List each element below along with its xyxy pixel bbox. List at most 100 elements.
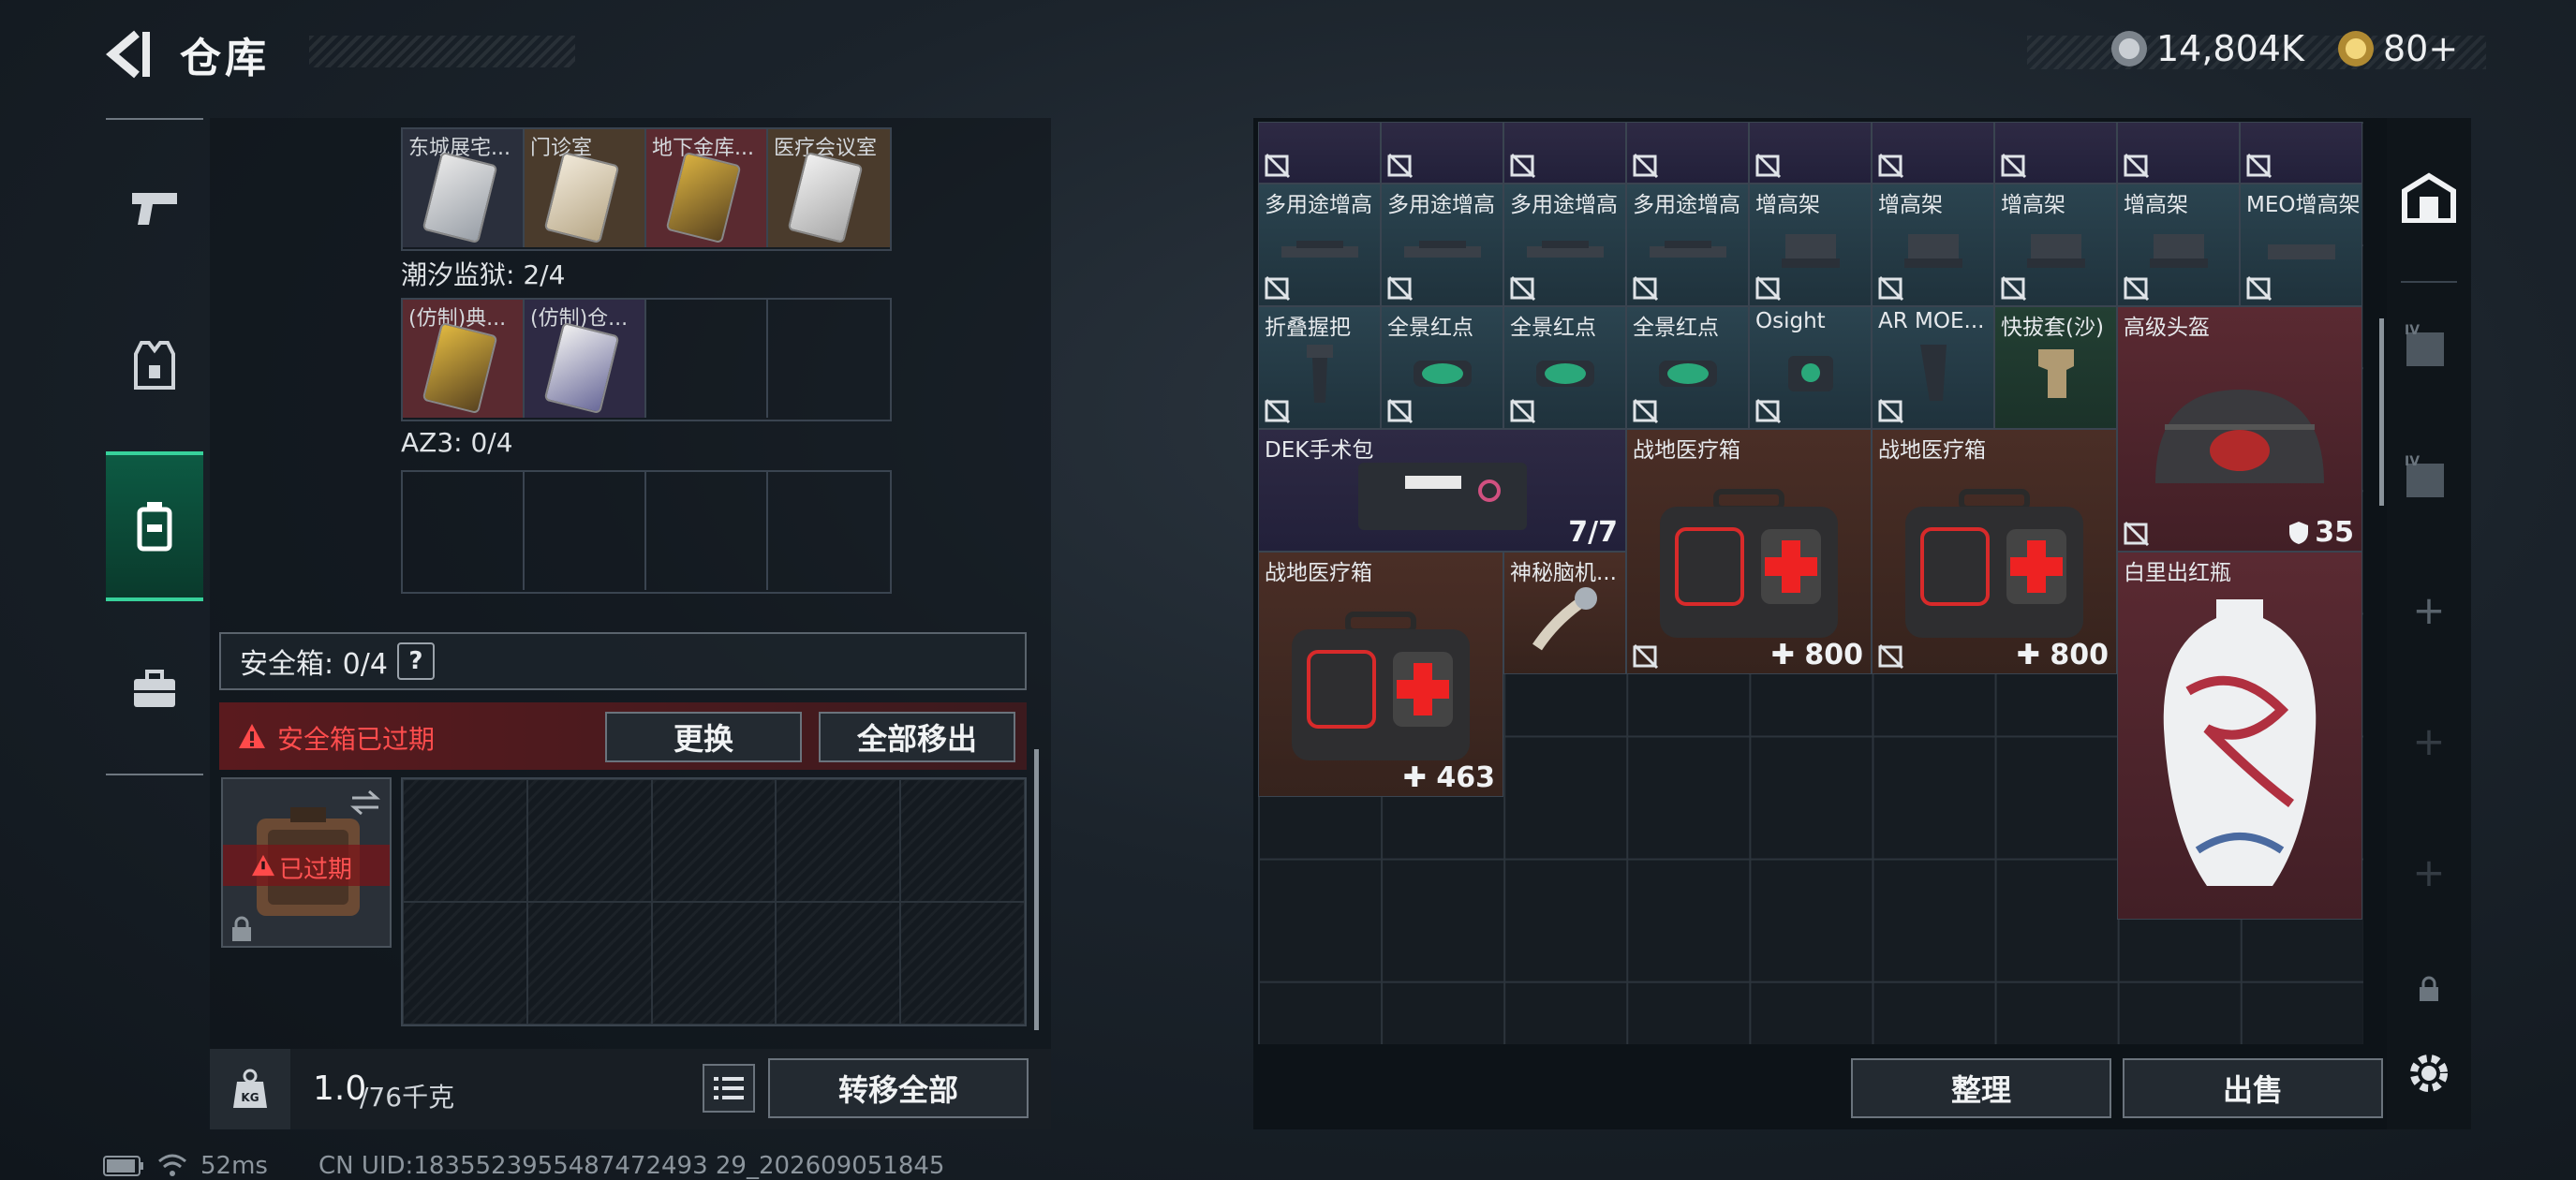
storage-item-vase[interactable]: 白里出红瓶 bbox=[2117, 552, 2362, 920]
transfer-all-button[interactable]: 转移全部 bbox=[768, 1058, 1029, 1118]
tab-storage-5[interactable]: IV bbox=[2387, 418, 2471, 539]
keycard-slot[interactable]: (仿制)仓... bbox=[525, 300, 646, 418]
tab-storage-4[interactable]: IV bbox=[2387, 287, 2471, 408]
keycard-slot-empty[interactable] bbox=[403, 472, 525, 590]
storage-item[interactable] bbox=[1258, 122, 1381, 184]
nav-backpack[interactable] bbox=[106, 451, 203, 601]
add-storage-button[interactable]: + bbox=[2387, 680, 2471, 802]
keycard-slot-empty[interactable] bbox=[525, 472, 646, 590]
riser-icon bbox=[1781, 233, 1840, 268]
storage-item[interactable]: 增高架 bbox=[1994, 184, 2117, 306]
svg-text:KG: KG bbox=[241, 1091, 259, 1104]
lock-button[interactable] bbox=[2387, 961, 2471, 1017]
weight-capacity: /76千克 bbox=[360, 1082, 455, 1113]
keycard-slot[interactable]: 门诊室 bbox=[525, 129, 646, 247]
storage-item[interactable]: 快拔套(沙) bbox=[1994, 306, 2117, 429]
swap-icon[interactable] bbox=[348, 789, 382, 817]
storage-item[interactable]: 多用途增高 bbox=[1626, 184, 1749, 306]
add-storage-button[interactable]: + bbox=[2387, 811, 2471, 933]
no-sell-icon bbox=[1633, 275, 1659, 302]
storage-item[interactable] bbox=[1503, 122, 1626, 184]
item-name: 增高架 bbox=[1878, 193, 1943, 217]
add-storage-button[interactable]: + bbox=[2387, 549, 2471, 671]
item-quantity: ✚ 800 bbox=[1770, 639, 1863, 671]
keycard-slot-empty[interactable] bbox=[646, 300, 768, 418]
storage-item[interactable]: 多用途增高 bbox=[1258, 184, 1381, 306]
item-name: 高级头盔 bbox=[2124, 316, 2210, 340]
keycard-slot-empty[interactable] bbox=[768, 472, 890, 590]
item-quantity: ✚ 800 bbox=[2016, 639, 2109, 671]
plus-icon: + bbox=[2412, 717, 2446, 764]
keycard-slot[interactable]: (仿制)典... bbox=[403, 300, 525, 418]
storage-item-medkit[interactable]: 战地医疗箱 ✚ 800 bbox=[1626, 429, 1872, 674]
keycard-slot[interactable]: 地下金库... bbox=[646, 129, 768, 247]
battery-icon bbox=[103, 1156, 143, 1176]
storage-item-dek[interactable]: DEK手术包 7/7 bbox=[1258, 429, 1626, 552]
storage-item[interactable]: 增高架 bbox=[2117, 184, 2240, 306]
remove-all-button[interactable]: 全部移出 bbox=[819, 712, 1015, 762]
no-sell-icon bbox=[1265, 153, 1291, 179]
storage-item[interactable] bbox=[1749, 122, 1872, 184]
list-icon bbox=[714, 1077, 744, 1099]
storage-item-helmet[interactable]: 高级头盔 35 bbox=[2117, 306, 2362, 552]
safebox-slot[interactable]: 已过期 bbox=[221, 777, 392, 948]
no-sell-icon bbox=[1878, 643, 1904, 670]
storage-item[interactable]: Osight bbox=[1749, 306, 1872, 429]
keycard-icon bbox=[422, 151, 498, 244]
storage-grid[interactable]: 多用途增高 多用途增高 多用途增高 多用途增高 增高架 增高架 增高架 增高架 … bbox=[1258, 122, 2363, 1044]
svg-text:IV: IV bbox=[2405, 323, 2420, 338]
safebox-header: 安全箱: 0/4 ? bbox=[219, 632, 1027, 690]
first-aid-kit-icon bbox=[1292, 612, 1470, 760]
keycard-slot-empty[interactable] bbox=[768, 300, 890, 418]
storage-item[interactable] bbox=[1872, 122, 1994, 184]
briefcase-icon bbox=[134, 670, 175, 707]
storage-item[interactable] bbox=[1994, 122, 2117, 184]
currency-triangle[interactable]: 80+ bbox=[2338, 28, 2458, 69]
tab-storage[interactable] bbox=[2387, 155, 2471, 240]
riser-icon bbox=[2026, 233, 2085, 268]
storage-item[interactable] bbox=[2117, 122, 2240, 184]
storage-item[interactable] bbox=[1626, 122, 1749, 184]
sell-button[interactable]: 出售 bbox=[2123, 1058, 2383, 1118]
storage-item[interactable]: 增高架 bbox=[1872, 184, 1994, 306]
replace-button[interactable]: 更换 bbox=[605, 712, 802, 762]
nav-weapon[interactable] bbox=[106, 133, 203, 283]
storage-item[interactable]: 折叠握把 bbox=[1258, 306, 1381, 429]
storage-item[interactable]: 多用途增高 bbox=[1503, 184, 1626, 306]
keycard-slot[interactable]: 东城展宅... bbox=[403, 129, 525, 247]
storage-item[interactable]: 增高架 bbox=[1749, 184, 1872, 306]
left-scrollbar[interactable] bbox=[1034, 749, 1039, 1030]
storage-item[interactable] bbox=[2240, 122, 2362, 184]
plus-icon: + bbox=[2412, 848, 2446, 895]
weight-value: 1.0 bbox=[313, 1069, 367, 1108]
item-name: MEO增高架 bbox=[2246, 193, 2361, 217]
back-button[interactable] bbox=[101, 26, 157, 82]
keycard-slot[interactable]: 医疗会议室 bbox=[768, 129, 890, 247]
storage-item[interactable]: 全景红点 bbox=[1503, 306, 1626, 429]
nav-case[interactable] bbox=[106, 614, 203, 764]
storage-scrollbar[interactable] bbox=[2379, 318, 2384, 506]
storage-item[interactable]: AR MOE... bbox=[1872, 306, 1994, 429]
help-button[interactable]: ? bbox=[396, 642, 435, 680]
storage-item[interactable]: 全景红点 bbox=[1626, 306, 1749, 429]
first-aid-kit-icon bbox=[1660, 489, 1838, 638]
item-name: 多用途增高 bbox=[1265, 193, 1372, 217]
list-view-button[interactable] bbox=[703, 1064, 755, 1113]
storage-item[interactable]: 全景红点 bbox=[1381, 306, 1503, 429]
storage-item[interactable]: MEO增高架 bbox=[2240, 184, 2362, 306]
currency-triangle-value: 80+ bbox=[2383, 28, 2459, 69]
safebox-grid[interactable] bbox=[401, 777, 1027, 1026]
nav-armor[interactable] bbox=[106, 290, 203, 440]
keycard-icon bbox=[787, 151, 864, 244]
storage-item[interactable]: 多用途增高 bbox=[1381, 184, 1503, 306]
settings-button[interactable] bbox=[2387, 1036, 2471, 1111]
title-decoration bbox=[309, 36, 575, 67]
no-sell-icon bbox=[1387, 275, 1414, 302]
storage-item[interactable]: 神秘脑机... bbox=[1503, 552, 1626, 674]
storage-item-medkit[interactable]: 战地医疗箱 ✚ 463 bbox=[1258, 552, 1503, 797]
storage-item-medkit[interactable]: 战地医疗箱 ✚ 800 bbox=[1872, 429, 2117, 674]
storage-item[interactable] bbox=[1381, 122, 1503, 184]
nav-divider bbox=[106, 118, 203, 120]
organize-button[interactable]: 整理 bbox=[1851, 1058, 2111, 1118]
keycard-slot-empty[interactable] bbox=[646, 472, 768, 590]
